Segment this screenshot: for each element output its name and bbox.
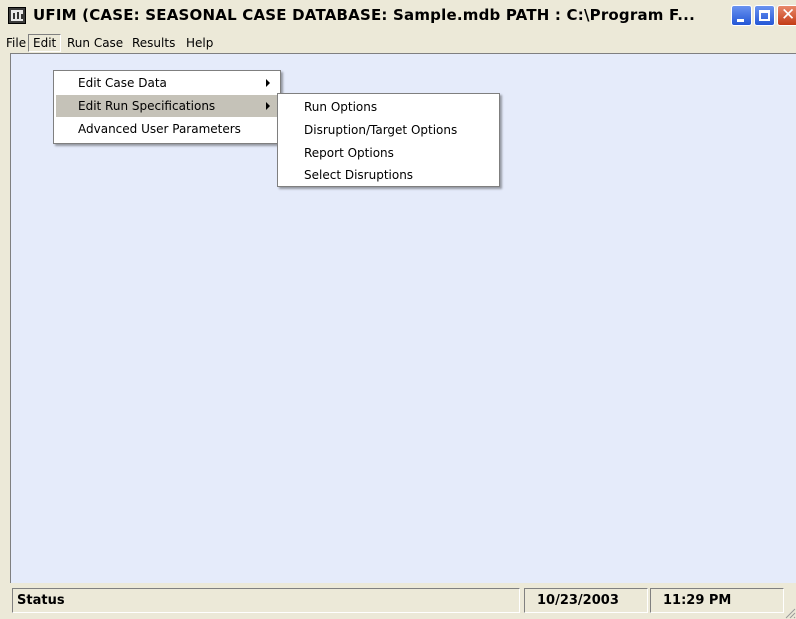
- menu-item-label: Edit Run Specifications: [78, 99, 216, 113]
- menu-item-label: Advanced User Parameters: [78, 122, 241, 136]
- menu-item-label: Edit Case Data: [78, 76, 167, 90]
- submenu-arrow-icon: [266, 79, 270, 87]
- minimize-button[interactable]: [731, 5, 752, 26]
- submenu-item-run-options[interactable]: Run Options: [280, 96, 497, 118]
- menu-item-advanced-user-parameters[interactable]: Advanced User Parameters: [56, 118, 278, 140]
- date-panel: 10/23/2003: [524, 588, 648, 613]
- close-button[interactable]: ✕: [777, 5, 796, 26]
- menu-help[interactable]: Help: [182, 35, 217, 52]
- application-window: UFIM (CASE: SEASONAL CASE DATABASE: Samp…: [0, 0, 796, 619]
- close-icon: ✕: [781, 5, 796, 25]
- maximize-button[interactable]: [754, 5, 775, 26]
- status-panel: Status: [12, 588, 520, 613]
- submenu-arrow-icon: [266, 102, 270, 110]
- submenu-item-select-disruptions[interactable]: Select Disruptions: [280, 164, 497, 186]
- menu-file[interactable]: File: [2, 35, 30, 52]
- menu-edit[interactable]: Edit: [28, 34, 62, 52]
- submenu-item-report-options[interactable]: Report Options: [280, 142, 497, 164]
- window-title: UFIM (CASE: SEASONAL CASE DATABASE: Samp…: [33, 6, 695, 24]
- menu-item-edit-case-data[interactable]: Edit Case Data: [56, 72, 278, 94]
- minimize-icon: [737, 19, 744, 22]
- title-bar[interactable]: UFIM (CASE: SEASONAL CASE DATABASE: Samp…: [0, 0, 796, 33]
- resize-grip-icon[interactable]: [784, 607, 796, 619]
- submenu-item-disruption-target-options[interactable]: Disruption/Target Options: [280, 119, 497, 141]
- maximize-icon: [759, 10, 770, 21]
- edit-menu-dropdown: Edit Case Data Edit Run Specifications A…: [53, 70, 281, 144]
- menu-bar: File Edit Run Case Results Help: [0, 33, 796, 53]
- time-panel: 11:29 PM: [650, 588, 784, 613]
- menu-run-case[interactable]: Run Case: [63, 35, 127, 52]
- status-bar: Status 10/23/2003 11:29 PM: [10, 583, 796, 619]
- menu-results[interactable]: Results: [128, 35, 179, 52]
- menu-item-edit-run-specifications[interactable]: Edit Run Specifications: [56, 95, 278, 117]
- ufim-app-icon[interactable]: [8, 7, 26, 24]
- run-specifications-submenu: Run Options Disruption/Target Options Re…: [277, 93, 500, 187]
